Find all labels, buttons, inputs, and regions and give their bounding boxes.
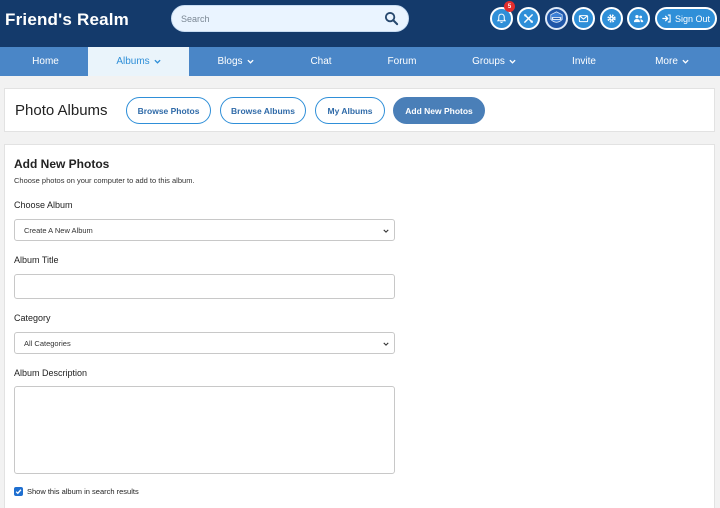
search-visibility-checkbox[interactable] [14,487,23,496]
checkmark-icon [15,489,22,495]
choose-album-value: Create A New Album [24,225,93,235]
profile-emblem[interactable] [545,7,568,30]
nav-label: Chat [310,56,332,67]
search-visibility-option[interactable]: Show this album in search results [14,487,139,496]
sign-out-label: Sign Out [674,13,711,24]
category-select[interactable]: All Categories [14,332,395,354]
album-description-label: Album Description [14,368,88,378]
add-photos-form: Add New Photos Choose photos on your com… [4,144,715,508]
search-visibility-label: Show this album in search results [27,487,139,496]
chevron-down-icon [383,229,389,233]
tools-icon [524,14,533,23]
chevron-down-icon [154,59,161,64]
my-albums-button[interactable]: My Albums [315,97,385,124]
nav-label: Albums [116,56,150,67]
form-subtitle: Choose photos on your computer to add to… [14,176,195,185]
add-new-photos-button[interactable]: Add New Photos [393,97,485,124]
choose-album-label: Choose Album [14,200,73,210]
search-input[interactable] [181,10,381,28]
settings-button[interactable] [600,7,623,30]
nav-label: Forum [387,56,417,67]
notification-badge: 5 [504,1,515,12]
nav-label: Groups [472,56,505,67]
nav-label: Invite [572,56,596,67]
tools-button[interactable] [517,7,540,30]
albums-title-bar: Photo Albums Browse Photos Browse Albums… [4,88,715,132]
bell-icon [496,13,507,23]
chevron-down-icon [509,59,516,64]
chevron-down-icon [682,59,689,64]
album-description-field[interactable] [14,386,395,474]
sign-out-icon [662,14,671,23]
messages-button[interactable] [572,7,595,30]
sign-out-button[interactable]: Sign Out [655,7,717,30]
gear-icon [607,14,616,23]
top-header: Friend's Realm 5 [0,0,720,47]
album-title-field[interactable] [14,274,395,299]
site-brand[interactable]: Friend's Realm [5,10,129,30]
chevron-down-icon [383,342,389,346]
nav-label: Home [32,56,59,67]
search-icon[interactable] [384,11,399,26]
nav-item-chat[interactable]: Chat [282,47,360,76]
nav-item-invite[interactable]: Invite [544,47,624,76]
nav-item-home[interactable]: Home [0,47,91,76]
album-title-label: Album Title [14,255,59,265]
choose-album-select[interactable]: Create A New Album [14,219,395,241]
page-title: Photo Albums [15,102,108,119]
browse-albums-button[interactable]: Browse Albums [220,97,306,124]
nav-item-more[interactable]: More [624,47,720,76]
chevron-down-icon [246,59,254,64]
form-title: Add New Photos [14,157,110,171]
nav-item-forum[interactable]: Forum [360,47,444,76]
category-value: All Categories [24,338,71,348]
browse-photos-button[interactable]: Browse Photos [126,97,211,124]
nav-label: Blogs [217,56,243,67]
search-box[interactable] [171,5,409,32]
category-label: Category [14,313,51,323]
users-icon [633,15,644,23]
mail-icon [578,15,589,23]
nav-item-groups[interactable]: Groups [444,47,544,76]
nav-item-albums[interactable]: Albums [88,47,189,76]
main-nav: Home Albums Blogs Chat Forum Groups Invi… [0,47,720,76]
nav-item-blogs[interactable]: Blogs [189,47,282,76]
friends-button[interactable] [627,7,650,30]
nav-label: More [655,56,678,67]
emblem-icon [547,9,566,28]
